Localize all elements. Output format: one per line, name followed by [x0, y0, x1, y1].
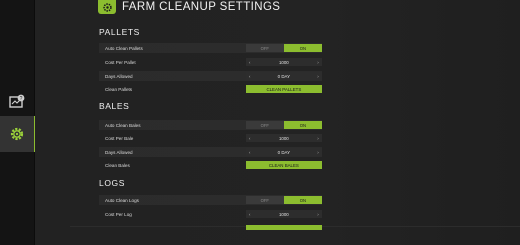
auto-clean-bales-toggle[interactable]: OFF ON [245, 121, 323, 129]
stepper-value: 1000 [278, 135, 289, 141]
toggle-off-option[interactable]: OFF [245, 121, 284, 129]
setting-row-days-allowed: Days Allowed ‹ 0 DAY › [99, 147, 322, 157]
setting-label: Cost Per Log [105, 211, 132, 217]
stepper-value: 1000 [278, 211, 289, 217]
stepper-value: 0 DAY [277, 149, 291, 155]
setting-label: Clean Pallets [105, 86, 133, 92]
setting-row-cost-per-log: Cost Per Log ‹ 1000 › [99, 209, 322, 219]
setting-label: Auto Clean Bales [105, 122, 141, 128]
setting-row-auto-clean-bales: Auto Clean Bales OFF ON [99, 120, 323, 130]
section-title-bales: BALES [99, 101, 130, 111]
cost-per-log-stepper[interactable]: ‹ 1000 › [245, 210, 322, 218]
clean-pallets-button[interactable]: CLEAN PALLETS [245, 85, 322, 93]
sidebar-item-settings[interactable] [0, 116, 40, 152]
auto-clean-pallets-toggle[interactable]: OFF ON [245, 44, 323, 52]
toggle-off-option[interactable]: OFF [245, 196, 284, 204]
setting-row-days-allowed: Days Allowed ‹ 0 DAY › [99, 71, 322, 81]
toggle-off-option[interactable]: OFF [245, 44, 284, 52]
chevron-right-icon[interactable]: › [314, 212, 322, 217]
cost-per-pallet-stepper[interactable]: ‹ 1000 › [245, 58, 322, 66]
setting-row-cost-per-bale: Cost Per Bale ‹ 1000 › [99, 133, 322, 143]
sidebar-item-help[interactable]: ? [0, 84, 34, 118]
sidebar: ? [0, 0, 40, 245]
stepper-value: 0 DAY [277, 73, 291, 79]
chevron-right-icon[interactable]: › [314, 74, 322, 79]
header-gear-icon [98, 0, 116, 14]
setting-label: Days Allowed [105, 149, 133, 155]
section-title-pallets: PALLETS [99, 27, 140, 37]
setting-label: Auto Clean Pallets [105, 45, 143, 51]
chevron-right-icon[interactable]: › [314, 150, 322, 155]
section-title-logs: LOGS [99, 178, 126, 188]
help-map-icon: ? [9, 94, 25, 108]
partial-button[interactable] [245, 224, 322, 230]
cost-per-bale-stepper[interactable]: ‹ 1000 › [245, 134, 322, 142]
chevron-left-icon[interactable]: ‹ [246, 150, 254, 155]
setting-row-auto-clean-pallets: Auto Clean Pallets OFF ON [99, 43, 323, 53]
auto-clean-logs-toggle[interactable]: OFF ON [245, 196, 323, 204]
toggle-on-option[interactable]: ON [283, 44, 323, 52]
toggle-on-option[interactable]: ON [283, 121, 323, 129]
setting-label: Clean Bales [105, 162, 130, 168]
setting-row-clean-bales: Clean Bales CLEAN BALES [99, 160, 322, 170]
svg-text:?: ? [20, 96, 23, 102]
setting-label: Cost Per Bale [105, 135, 134, 141]
pallet-days-allowed-stepper[interactable]: ‹ 0 DAY › [245, 72, 322, 80]
toggle-on-option[interactable]: ON [283, 196, 323, 204]
setting-row-cost-per-pallet: Cost Per Pallet ‹ 1000 › [99, 57, 322, 67]
clean-bales-button[interactable]: CLEAN BALES [245, 161, 322, 169]
gear-icon [10, 127, 24, 141]
chevron-right-icon[interactable]: › [314, 60, 322, 65]
page-title: FARM CLEANUP SETTINGS [122, 1, 281, 13]
chevron-left-icon[interactable]: ‹ [246, 136, 254, 141]
bale-days-allowed-stepper[interactable]: ‹ 0 DAY › [245, 148, 322, 156]
setting-label: Auto Clean Logs [105, 197, 139, 203]
setting-row-clean-pallets: Clean Pallets CLEAN PALLETS [99, 84, 322, 94]
setting-label: Cost Per Pallet [105, 59, 136, 65]
stepper-value: 1000 [278, 59, 289, 65]
chevron-right-icon[interactable]: › [314, 136, 322, 141]
setting-label: Days Allowed [105, 73, 133, 79]
chevron-left-icon[interactable]: ‹ [246, 212, 254, 217]
setting-row-auto-clean-logs: Auto Clean Logs OFF ON [99, 195, 323, 205]
chevron-left-icon[interactable]: ‹ [246, 74, 254, 79]
chevron-left-icon[interactable]: ‹ [246, 60, 254, 65]
setting-row-partial [99, 222, 322, 232]
